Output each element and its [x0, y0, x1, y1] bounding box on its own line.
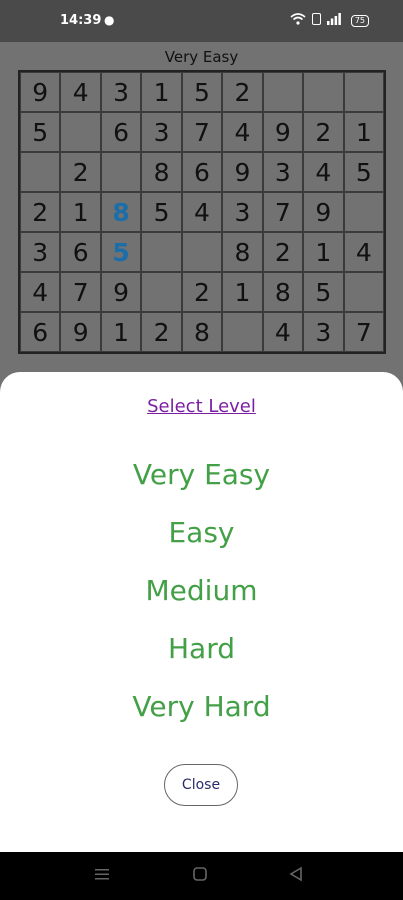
- grid-cell[interactable]: [20, 152, 61, 192]
- grid-cell[interactable]: 2: [60, 152, 101, 192]
- notification-icon: ●: [104, 13, 115, 27]
- grid-cell[interactable]: 2: [222, 72, 263, 112]
- dialog-title: Select Level: [147, 396, 256, 417]
- grid-cell[interactable]: [303, 72, 344, 112]
- grid-cell[interactable]: 2: [303, 112, 344, 152]
- grid-cell[interactable]: 7: [181, 112, 223, 152]
- grid-cell[interactable]: 8: [181, 312, 223, 352]
- grid-cell[interactable]: 7: [60, 272, 101, 312]
- grid-cell[interactable]: 4: [262, 312, 304, 352]
- grid-cell[interactable]: 2: [262, 232, 304, 272]
- grid-cell[interactable]: 3: [141, 112, 182, 152]
- grid-cell[interactable]: 1: [100, 312, 142, 352]
- grid-cell[interactable]: [343, 192, 384, 232]
- grid-cell[interactable]: 4: [20, 272, 61, 312]
- grid-cell[interactable]: 7: [343, 312, 384, 352]
- grid-cell[interactable]: 8: [222, 232, 263, 272]
- grid-cell[interactable]: 9: [262, 112, 304, 152]
- grid-cell[interactable]: 9: [100, 272, 142, 312]
- grid-cell[interactable]: 2: [20, 192, 61, 232]
- grid-cell[interactable]: [100, 152, 142, 192]
- signal-icon: [326, 13, 341, 29]
- grid-cell[interactable]: 1: [343, 112, 384, 152]
- grid-cell[interactable]: 3: [262, 152, 304, 192]
- grid-cell[interactable]: 4: [303, 152, 344, 192]
- close-button[interactable]: Close: [164, 764, 238, 806]
- grid-cell[interactable]: 5: [181, 72, 223, 112]
- grid-cell[interactable]: 8: [100, 192, 142, 232]
- navigation-bar: [0, 852, 403, 900]
- select-level-dialog: Select Level Very Easy Easy Medium Hard …: [0, 372, 403, 852]
- level-option-hard[interactable]: Hard: [0, 632, 403, 665]
- grid-cell[interactable]: 5: [303, 272, 344, 312]
- grid-cell[interactable]: [141, 272, 182, 312]
- grid-cell[interactable]: [222, 312, 263, 352]
- grid-cell[interactable]: 9: [20, 72, 61, 112]
- grid-cell[interactable]: [60, 112, 101, 152]
- grid-cell[interactable]: 6: [20, 312, 61, 352]
- grid-cell[interactable]: 4: [181, 192, 223, 232]
- grid-cell[interactable]: 3: [20, 232, 61, 272]
- level-option-very-hard[interactable]: Very Hard: [0, 690, 403, 723]
- status-time: 14:39: [60, 13, 102, 28]
- grid-cell[interactable]: 5: [20, 112, 61, 152]
- grid-cell[interactable]: [343, 72, 384, 112]
- grid-cell[interactable]: 3: [303, 312, 344, 352]
- grid-cell[interactable]: 8: [262, 272, 304, 312]
- grid-cell[interactable]: 9: [303, 192, 344, 232]
- battery-icon: 75: [350, 15, 369, 27]
- grid-cell[interactable]: [181, 232, 223, 272]
- sim-icon: [311, 13, 321, 29]
- wifi-icon: [290, 13, 306, 29]
- recents-icon[interactable]: [94, 866, 110, 887]
- grid-cell[interactable]: 3: [222, 192, 263, 232]
- grid-cell[interactable]: [141, 232, 182, 272]
- grid-cell[interactable]: 4: [60, 72, 101, 112]
- grid-cell[interactable]: [343, 272, 384, 312]
- status-icons: 75: [290, 13, 369, 29]
- grid-cell[interactable]: 1: [141, 72, 182, 112]
- grid-cell[interactable]: [262, 72, 304, 112]
- grid-cell[interactable]: 4: [343, 232, 384, 272]
- grid-cell[interactable]: 5: [100, 232, 142, 272]
- grid-cell[interactable]: 5: [343, 152, 384, 192]
- grid-cell[interactable]: 4: [222, 112, 263, 152]
- sudoku-grid: 9431525637492128693452185437936582144792…: [18, 70, 386, 354]
- level-option-medium[interactable]: Medium: [0, 574, 403, 607]
- home-icon[interactable]: [192, 866, 208, 887]
- grid-cell[interactable]: 2: [141, 312, 182, 352]
- grid-cell[interactable]: 6: [100, 112, 142, 152]
- grid-cell[interactable]: 3: [100, 72, 142, 112]
- status-bar: 14:39 ● 75: [0, 0, 403, 42]
- grid-cell[interactable]: 1: [303, 232, 344, 272]
- level-option-easy[interactable]: Easy: [0, 516, 403, 549]
- grid-cell[interactable]: 1: [222, 272, 263, 312]
- level-title: Very Easy: [164, 48, 239, 66]
- grid-cell[interactable]: 8: [141, 152, 182, 192]
- grid-cell[interactable]: 6: [181, 152, 223, 192]
- back-icon[interactable]: [288, 866, 304, 887]
- grid-cell[interactable]: 1: [60, 192, 101, 232]
- grid-cell[interactable]: 2: [181, 272, 223, 312]
- grid-cell[interactable]: 5: [141, 192, 182, 232]
- grid-cell[interactable]: 6: [60, 232, 101, 272]
- grid-cell[interactable]: 9: [222, 152, 263, 192]
- level-option-very-easy[interactable]: Very Easy: [0, 458, 403, 491]
- grid-cell[interactable]: 9: [60, 312, 101, 352]
- grid-cell[interactable]: 7: [262, 192, 304, 232]
